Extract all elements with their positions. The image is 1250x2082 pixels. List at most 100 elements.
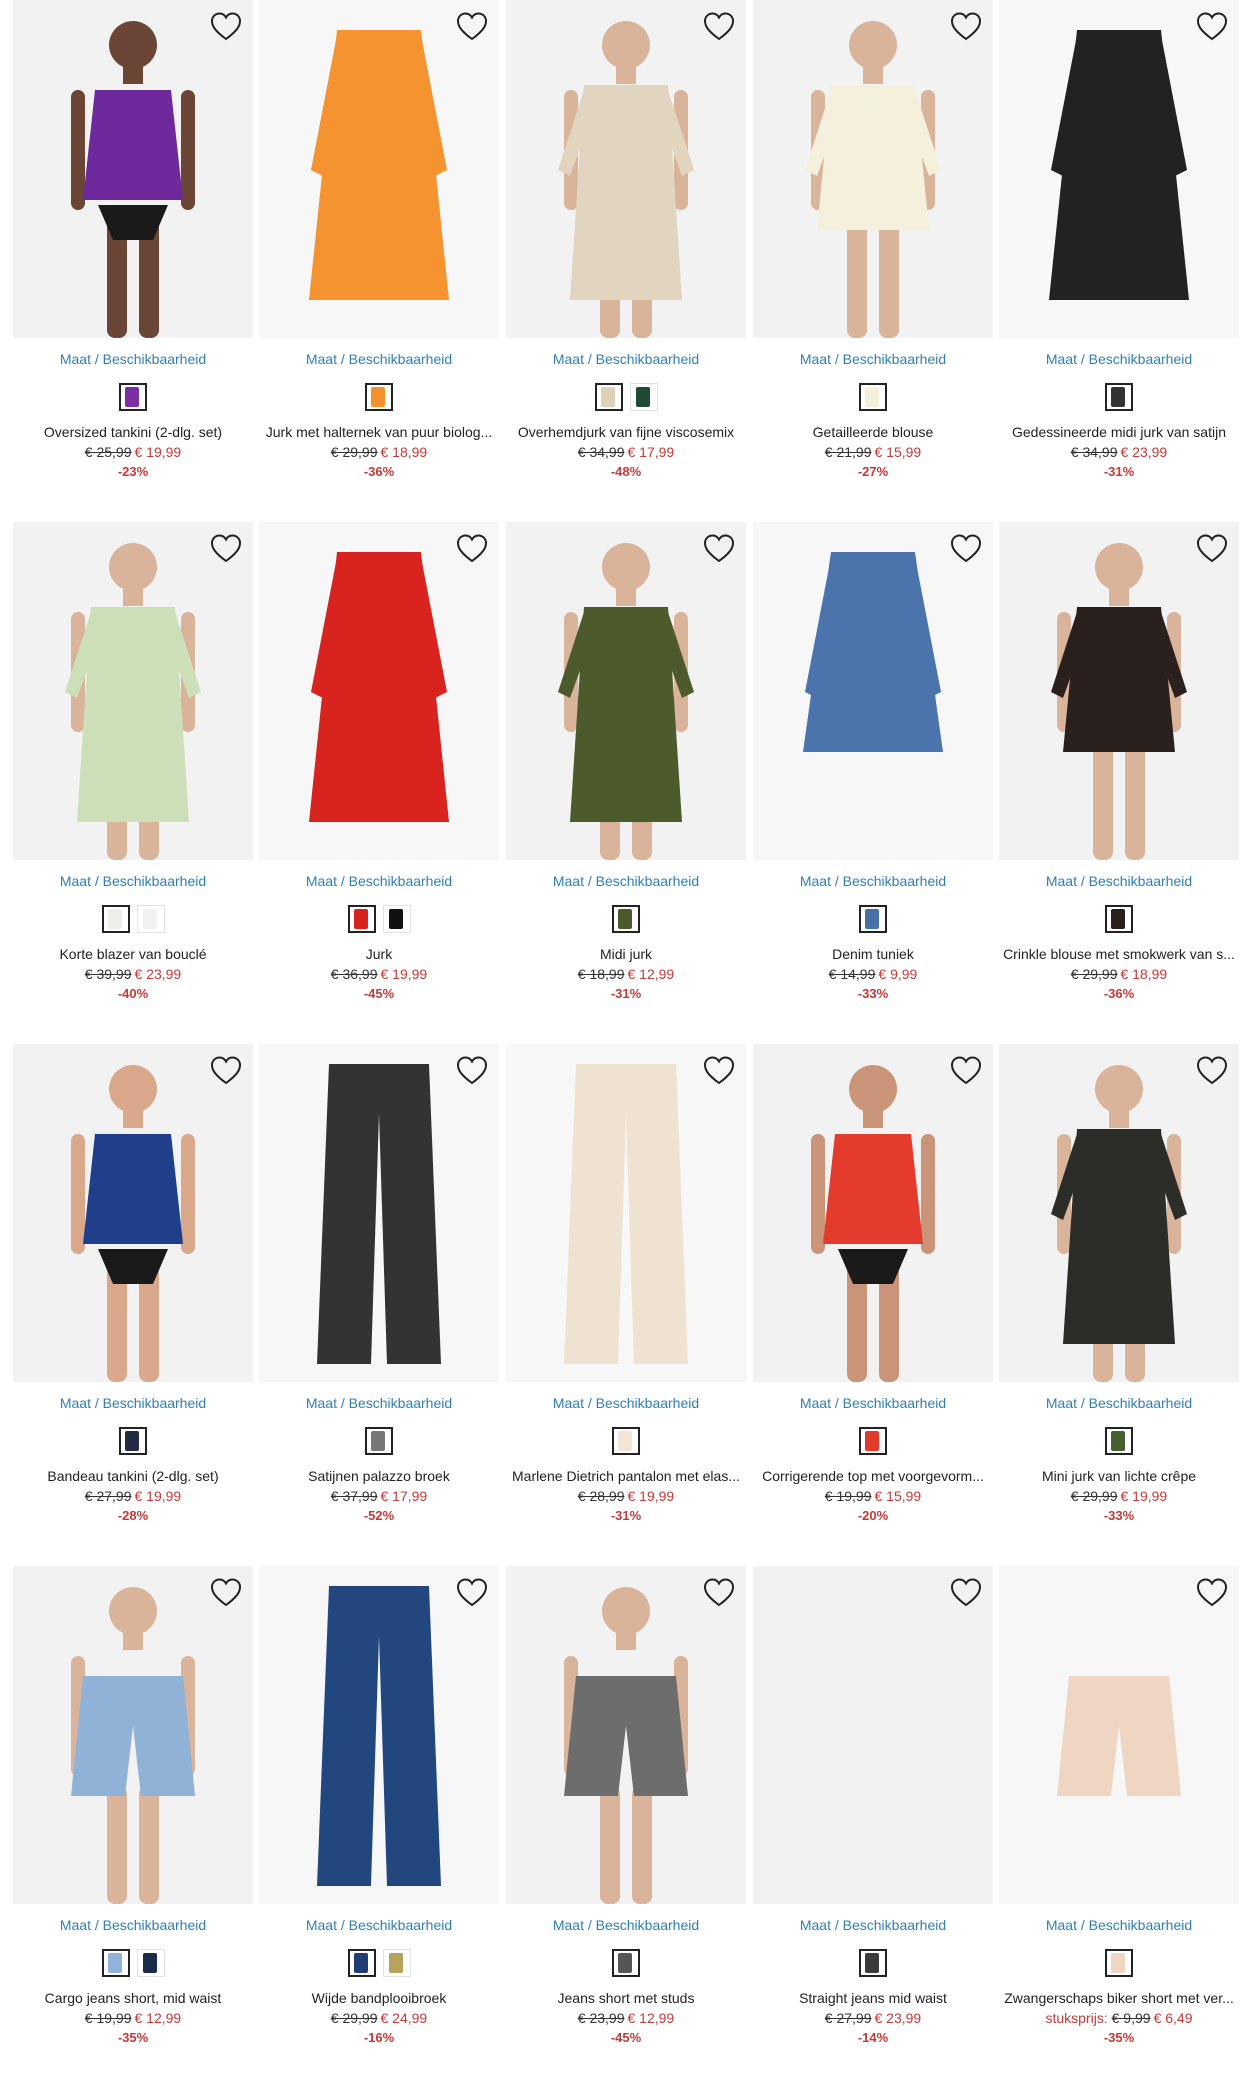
size-availability-link[interactable]: Maat / Beschikbaarheid [259,351,499,367]
product-card[interactable]: Maat / Beschikbaarheid Zwangerschaps bike… [999,1566,1239,2066]
size-availability-link[interactable]: Maat / Beschikbaarheid [506,873,746,889]
product-name[interactable]: Straight jeans mid waist [753,1990,993,2006]
product-card[interactable]: Maat / Beschikbaarheid Gedessineerde midi… [999,0,1239,500]
color-swatch[interactable] [101,905,130,933]
product-card[interactable]: Maat / Beschikbaarheid Jurk € 36,99 € 19,99… [259,522,499,1022]
product-name[interactable]: Satijnen palazzo broek [259,1468,499,1484]
size-availability-link[interactable]: Maat / Beschikbaarheid [753,351,993,367]
product-card[interactable]: Maat / Beschikbaarheid Jeans short met st… [506,1566,746,2066]
size-availability-link[interactable]: Maat / Beschikbaarheid [259,873,499,889]
color-swatch[interactable] [612,1949,640,1977]
size-availability-link[interactable]: Maat / Beschikbaarheid [506,1917,746,1933]
product-card[interactable]: Maat / Beschikbaarheid Corrigerende top m… [753,1044,993,1544]
favorite-button[interactable] [455,1054,489,1088]
product-name[interactable]: Overhemdjurk van fijne viscosemix [506,424,746,440]
size-availability-link[interactable]: Maat / Beschikbaarheid [753,1395,993,1411]
product-name[interactable]: Crinkle blouse met smokwerk van s... [999,946,1239,962]
size-availability-link[interactable]: Maat / Beschikbaarheid [13,1917,253,1933]
favorite-button[interactable] [1195,532,1229,566]
favorite-button[interactable] [949,1576,983,1610]
product-name[interactable]: Marlene Dietrich pantalon met elas... [506,1468,746,1484]
favorite-button[interactable] [949,1054,983,1088]
product-name[interactable]: Corrigerende top met voorgevorm... [753,1468,993,1484]
favorite-button[interactable] [702,1054,736,1088]
favorite-button[interactable] [702,1576,736,1610]
product-image[interactable] [506,1044,746,1382]
product-image[interactable] [259,0,499,338]
color-swatch[interactable] [859,1427,887,1455]
color-swatch[interactable] [612,905,640,933]
favorite-button[interactable] [949,532,983,566]
product-name[interactable]: Jeans short met studs [506,1990,746,2006]
product-name[interactable]: Midi jurk [506,946,746,962]
size-availability-link[interactable]: Maat / Beschikbaarheid [506,1395,746,1411]
product-name[interactable]: Cargo jeans short, mid waist [13,1990,253,2006]
color-swatch[interactable] [1105,905,1133,933]
product-image[interactable] [999,1044,1239,1382]
product-name[interactable]: Jurk [259,946,499,962]
color-swatch[interactable] [859,1949,887,1977]
product-card[interactable]: Maat / Beschikbaarheid Korte blazer van b… [13,522,253,1022]
product-card[interactable]: Maat / Beschikbaarheid Mini jurk van lich… [999,1044,1239,1544]
product-card[interactable]: Maat / Beschikbaarheid Straight jeans mid… [753,1566,993,2066]
product-card[interactable]: Maat / Beschikbaarheid Cargo jeans short,… [13,1566,253,2066]
color-swatch[interactable] [365,1427,393,1455]
color-swatch[interactable] [382,905,411,933]
color-swatch[interactable] [612,1427,640,1455]
favorite-button[interactable] [702,532,736,566]
product-image[interactable] [753,1044,993,1382]
size-availability-link[interactable]: Maat / Beschikbaarheid [259,1395,499,1411]
product-name[interactable]: Korte blazer van bouclé [13,946,253,962]
favorite-button[interactable] [209,1576,243,1610]
product-name[interactable]: Zwangerschaps biker short met ver... [999,1990,1239,2006]
product-image[interactable] [753,0,993,338]
size-availability-link[interactable]: Maat / Beschikbaarheid [999,1917,1239,1933]
product-name[interactable]: Bandeau tankini (2-dlg. set) [13,1468,253,1484]
product-card[interactable]: Maat / Beschikbaarheid Getailleerde blous… [753,0,993,500]
product-image[interactable] [259,1566,499,1904]
product-name[interactable]: Getailleerde blouse [753,424,993,440]
product-card[interactable]: Maat / Beschikbaarheid Overhemdjurk van f… [506,0,746,500]
product-image[interactable] [506,522,746,860]
favorite-button[interactable] [455,1576,489,1610]
size-availability-link[interactable]: Maat / Beschikbaarheid [753,873,993,889]
product-card[interactable]: Maat / Beschikbaarheid Wijde bandplooibro… [259,1566,499,2066]
favorite-button[interactable] [209,532,243,566]
size-availability-link[interactable]: Maat / Beschikbaarheid [999,873,1239,889]
product-card[interactable]: Maat / Beschikbaarheid Denim tuniek € 14,9… [753,522,993,1022]
color-swatch[interactable] [119,383,147,411]
color-swatch[interactable] [594,383,623,411]
product-card[interactable]: Maat / Beschikbaarheid Bandeau tankini (2… [13,1044,253,1544]
product-image[interactable] [13,522,253,860]
favorite-button[interactable] [1195,1054,1229,1088]
favorite-button[interactable] [455,10,489,44]
product-image[interactable] [999,522,1239,860]
product-image[interactable] [506,1566,746,1904]
size-availability-link[interactable]: Maat / Beschikbaarheid [999,1395,1239,1411]
color-swatch[interactable] [119,1427,147,1455]
product-image[interactable] [753,1566,993,1904]
size-availability-link[interactable]: Maat / Beschikbaarheid [13,1395,253,1411]
size-availability-link[interactable]: Maat / Beschikbaarheid [13,351,253,367]
size-availability-link[interactable]: Maat / Beschikbaarheid [259,1917,499,1933]
product-card[interactable]: Maat / Beschikbaarheid Satijnen palazzo b… [259,1044,499,1544]
product-image[interactable] [999,1566,1239,1904]
color-swatch[interactable] [347,905,376,933]
product-image[interactable] [13,0,253,338]
product-card[interactable]: Maat / Beschikbaarheid Crinkle blouse met… [999,522,1239,1022]
color-swatch[interactable] [365,383,393,411]
product-name[interactable]: Wijde bandplooibroek [259,1990,499,2006]
product-image[interactable] [506,0,746,338]
size-availability-link[interactable]: Maat / Beschikbaarheid [506,351,746,367]
product-name[interactable]: Mini jurk van lichte crêpe [999,1468,1239,1484]
favorite-button[interactable] [455,532,489,566]
size-availability-link[interactable]: Maat / Beschikbaarheid [999,351,1239,367]
color-swatch[interactable] [859,383,887,411]
color-swatch[interactable] [136,905,165,933]
size-availability-link[interactable]: Maat / Beschikbaarheid [753,1917,993,1933]
product-name[interactable]: Gedessineerde midi jurk van satijn [999,424,1239,440]
product-name[interactable]: Oversized tankini (2-dlg. set) [13,424,253,440]
product-image[interactable] [753,522,993,860]
color-swatch[interactable] [1105,383,1133,411]
color-swatch[interactable] [629,383,658,411]
